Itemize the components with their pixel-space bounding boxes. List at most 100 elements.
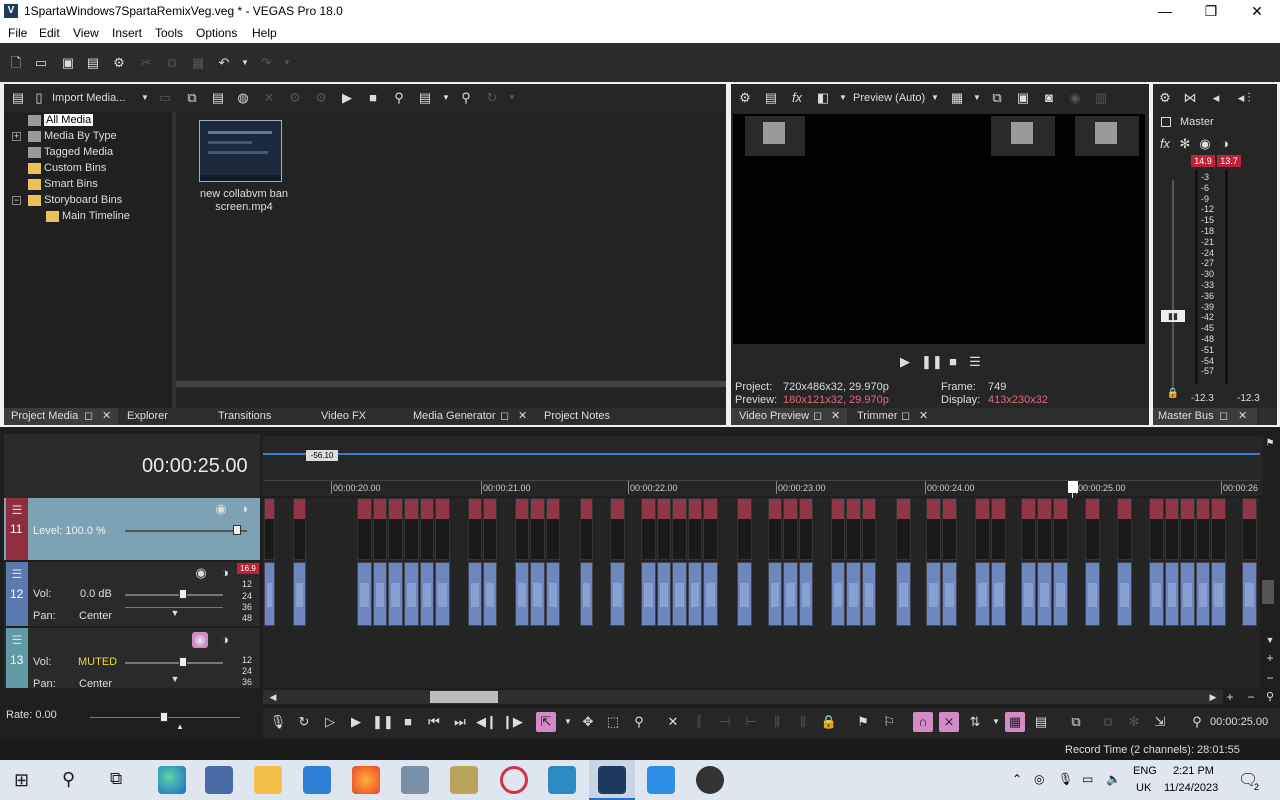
audio-event[interactable] — [435, 562, 450, 626]
event-fx-icon[interactable]: ✻ — [1124, 712, 1144, 732]
opera-app-icon[interactable] — [500, 766, 528, 794]
new-project-icon[interactable]: 🗋 — [8, 55, 24, 71]
tray-clock-date[interactable]: 11/24/2023 — [1164, 782, 1218, 794]
master-solo-icon[interactable]: ◑ — [1217, 136, 1233, 152]
menu-options[interactable]: Options — [196, 26, 237, 40]
audio-event[interactable] — [1164, 562, 1180, 626]
track-11-level-knob[interactable] — [233, 525, 241, 535]
track-motion-icon[interactable]: ⇲ — [1150, 712, 1170, 732]
tab-transitions[interactable]: Transitions — [218, 410, 271, 422]
master-settings-gear-icon[interactable]: ⚙ — [1157, 90, 1173, 106]
video-event[interactable] — [656, 498, 672, 560]
delete-icon[interactable]: ✕ — [261, 90, 277, 106]
playhead-marker[interactable] — [1068, 481, 1078, 493]
audio-event[interactable] — [545, 562, 560, 626]
h-zoom-tool-icon[interactable]: ⚲ — [1262, 689, 1278, 705]
audio-event[interactable] — [357, 562, 372, 626]
view-dropdown-icon[interactable]: ▼ — [438, 90, 454, 106]
track-12-mute-icon[interactable]: ◉ — [193, 565, 209, 581]
ripple-dropdown-icon[interactable]: ▼ — [986, 712, 1006, 732]
tab-master-bus-close-icon[interactable]: ✕ — [1238, 409, 1247, 422]
audio-event[interactable] — [991, 562, 1006, 626]
audio-event[interactable] — [580, 562, 593, 626]
delete-icon[interactable]: ✕ — [663, 712, 683, 732]
insert-region-icon[interactable]: ⚐ — [879, 712, 899, 732]
video-event[interactable] — [1180, 498, 1195, 560]
media-fx-2-icon[interactable]: ⚙ — [313, 90, 329, 106]
video-event[interactable] — [357, 498, 372, 560]
audio-event[interactable] — [1211, 562, 1226, 626]
tray-clock-time[interactable]: 2:21 PM — [1173, 765, 1214, 777]
track-12-vol-knob[interactable] — [179, 589, 187, 599]
overlays-dropdown-icon[interactable]: ▼ — [969, 90, 985, 106]
tab-master-bus-undock-icon[interactable]: ◻ — [1219, 409, 1228, 422]
v-zoom-in-icon[interactable]: + — [1262, 650, 1278, 666]
cut-icon[interactable]: ✂ — [138, 55, 154, 71]
video-event[interactable] — [545, 498, 560, 560]
lock-icon[interactable]: 🔒 — [819, 712, 839, 732]
downmix-icon[interactable]: ⋈ — [1182, 90, 1198, 106]
audio-event[interactable] — [610, 562, 625, 626]
rate-knob[interactable] — [160, 712, 168, 722]
video-event[interactable] — [530, 498, 545, 560]
trim-start-icon[interactable]: ⊣ — [715, 712, 735, 732]
play-from-start-icon[interactable]: ▷ — [320, 712, 340, 732]
audio-event[interactable] — [1021, 562, 1036, 626]
video-event[interactable] — [1149, 498, 1164, 560]
zoom-tool-icon[interactable]: ⚲ — [629, 712, 649, 732]
play-icon[interactable]: ▶ — [339, 90, 355, 106]
stop-icon[interactable]: ■ — [398, 712, 418, 732]
virtualbox-app-icon[interactable] — [548, 766, 576, 794]
lock-envelopes-icon[interactable]: ▦ — [1005, 712, 1025, 732]
video-event[interactable] — [372, 498, 388, 560]
v-scroll-down-icon[interactable]: ▼ — [1262, 632, 1278, 648]
play-icon[interactable]: ▶ — [346, 712, 366, 732]
track-12-vol-slider[interactable] — [125, 594, 223, 596]
audio-event[interactable] — [656, 562, 672, 626]
video-event[interactable] — [798, 498, 813, 560]
stop-icon[interactable]: ■ — [365, 90, 381, 106]
audio-event[interactable] — [483, 562, 497, 626]
video-event[interactable] — [1053, 498, 1068, 560]
import-media-button[interactable]: Import Media... — [52, 92, 125, 104]
menu-help[interactable]: Help — [252, 26, 277, 40]
video-event[interactable] — [1211, 498, 1226, 560]
tree-main-timeline[interactable]: Main Timeline — [46, 210, 130, 222]
audio-event[interactable] — [703, 562, 718, 626]
tab-media-generator[interactable]: Media Generator — [413, 410, 496, 422]
video-event[interactable] — [896, 498, 911, 560]
menu-view[interactable]: View — [73, 26, 99, 40]
search-icon[interactable]: ⚲ — [458, 90, 474, 106]
video-event[interactable] — [264, 498, 275, 560]
save-project-icon[interactable]: ▣ — [60, 55, 76, 71]
track-12-menu-icon[interactable]: ☰ — [9, 566, 25, 582]
track-13-solo-icon[interactable]: ◑ — [217, 632, 233, 648]
vegas-app-icon[interactable] — [598, 766, 626, 794]
normal-edit-tool-icon[interactable]: ⇱ — [536, 712, 556, 732]
audio-event[interactable] — [846, 562, 861, 626]
preview-pause-icon[interactable]: ❚❚ — [921, 354, 943, 370]
v-zoom-out-icon[interactable]: − — [1262, 670, 1278, 686]
video-event[interactable] — [926, 498, 941, 560]
auto-preview-icon[interactable]: ⚲ — [391, 90, 407, 106]
go-to-start-icon[interactable]: ⏮ — [424, 712, 444, 732]
tab-video-fx[interactable]: Video FX — [321, 410, 366, 422]
edge-app-icon[interactable] — [158, 766, 186, 794]
master-checkbox[interactable] — [1161, 117, 1171, 127]
video-event[interactable] — [846, 498, 861, 560]
timeline-timecode[interactable]: 00:00:25.00 — [142, 455, 248, 478]
menu-edit[interactable]: Edit — [39, 26, 60, 40]
audio-event[interactable] — [672, 562, 687, 626]
loop-region-marker[interactable]: -56.10 — [306, 450, 338, 461]
audio-event[interactable] — [1242, 562, 1257, 626]
split-icon[interactable]: ⫼ — [767, 712, 787, 732]
audio-event[interactable] — [687, 562, 703, 626]
next-frame-icon[interactable]: ❙▶ — [502, 712, 523, 732]
remove-unused-icon[interactable]: ▭ — [157, 90, 173, 106]
track-13-vol-knob[interactable] — [179, 657, 187, 667]
tray-network-icon[interactable]: ▭ — [1082, 772, 1093, 786]
view-mode-icon[interactable]: ▤ — [417, 90, 433, 106]
audio-event[interactable] — [737, 562, 752, 626]
selection-tool-icon[interactable]: ⬚ — [603, 712, 623, 732]
redo-icon[interactable]: ↷ — [258, 55, 274, 71]
